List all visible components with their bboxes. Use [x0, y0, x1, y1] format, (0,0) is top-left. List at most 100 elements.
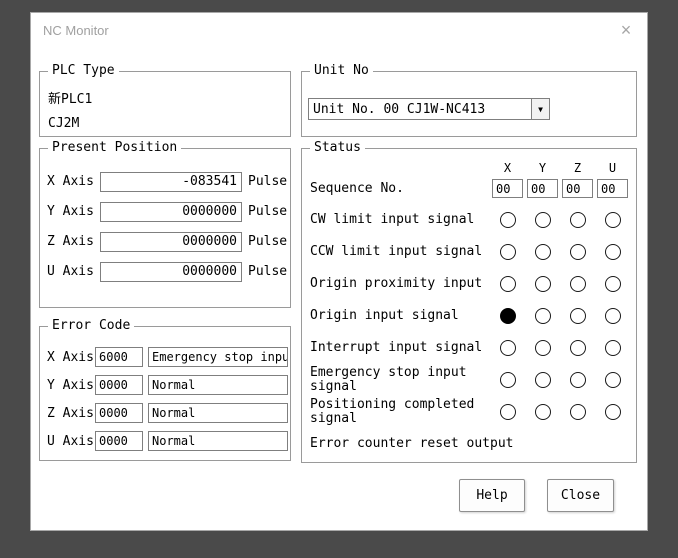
pulse-unit-label: Pulse: [248, 204, 287, 219]
pulse-unit-label: Pulse: [248, 174, 287, 189]
error-code-row: Y Axis0000Normal: [47, 371, 290, 399]
sequence-cell: 00: [595, 179, 630, 198]
signal-indicators: [490, 308, 630, 324]
present-position-group-label: Present Position: [48, 140, 181, 155]
present-position-row: Z Axis0000000 Pulse: [47, 227, 290, 256]
plc-type-group-label: PLC Type: [48, 63, 119, 78]
indicator-cell: [490, 404, 525, 420]
indicator-cell: [595, 340, 630, 356]
signal-indicator-off-icon: [570, 276, 586, 292]
signal-indicator-off-icon: [570, 308, 586, 324]
axis-label: X Axis: [47, 350, 95, 365]
position-value-field: 0000000: [100, 202, 242, 222]
indicator-cell: [525, 404, 560, 420]
error-code-row: X Axis6000Emergency stop inpu: [47, 343, 290, 371]
indicator-cell: [525, 308, 560, 324]
signal-indicator-off-icon: [605, 244, 621, 260]
axis-header-label: X: [490, 161, 525, 175]
signal-label: Emergency stop input signal: [310, 366, 490, 394]
unit-no-group: Unit No Unit No. 00 CJ1W-NC413 ▼: [301, 71, 637, 137]
signal-indicator-off-icon: [605, 276, 621, 292]
present-position-row: Y Axis0000000 Pulse: [47, 197, 290, 226]
window-title: NC Monitor: [43, 23, 109, 38]
axis-header-label: Z: [560, 161, 595, 175]
status-signal-row: Emergency stop input signal: [310, 364, 630, 396]
signal-indicator-off-icon: [570, 212, 586, 228]
axis-label: Y Axis: [47, 204, 100, 219]
unit-no-group-label: Unit No: [310, 63, 373, 78]
axis-label: Z Axis: [47, 234, 100, 249]
axis-label: Y Axis: [47, 378, 95, 393]
status-signal-row: Origin proximity input: [310, 268, 630, 300]
unit-no-dropdown[interactable]: Unit No. 00 CJ1W-NC413 ▼: [308, 98, 550, 120]
axis-label: Z Axis: [47, 406, 95, 421]
status-signal-row: Positioning completed signal: [310, 396, 630, 428]
indicator-cell: [525, 212, 560, 228]
signal-indicator-off-icon: [605, 212, 621, 228]
signal-rows: CW limit input signal CCW limit input sig…: [310, 204, 630, 460]
sequence-cell: 00: [560, 179, 595, 198]
axis-label: U Axis: [47, 434, 95, 449]
sequence-cell: 00: [525, 179, 560, 198]
unit-no-selected-value: Unit No. 00 CJ1W-NC413: [309, 102, 531, 117]
indicator-cell: [525, 372, 560, 388]
sequence-row: Sequence No. 00000000: [310, 178, 630, 199]
axis-header-label: Y: [525, 161, 560, 175]
indicator-cell: [560, 340, 595, 356]
position-value-field: 0000000: [100, 232, 242, 252]
plc-type-lines: 新PLC1 CJ2M: [40, 72, 290, 136]
signal-indicator-off-icon: [605, 404, 621, 420]
indicator-cell: [560, 244, 595, 260]
plc-type-group: PLC Type 新PLC1 CJ2M: [39, 71, 291, 137]
signal-indicator-off-icon: [500, 276, 516, 292]
indicator-cell: [490, 340, 525, 356]
close-icon[interactable]: ×: [615, 19, 637, 41]
indicator-cell: [490, 244, 525, 260]
signal-indicator-off-icon: [605, 340, 621, 356]
status-signal-row: CCW limit input signal: [310, 236, 630, 268]
signal-indicator-off-icon: [500, 404, 516, 420]
status-axis-header-row: XYZU: [310, 161, 630, 175]
indicator-cell: [560, 404, 595, 420]
signal-label: CCW limit input signal: [310, 245, 490, 259]
error-message-field: Normal: [148, 431, 288, 451]
status-signal-row: Interrupt input signal: [310, 332, 630, 364]
signal-label: Origin input signal: [310, 309, 490, 323]
sequence-value-field: 00: [597, 179, 628, 198]
chevron-down-icon[interactable]: ▼: [531, 99, 549, 119]
error-message-field: Normal: [148, 403, 288, 423]
signal-indicator-on-icon: [500, 308, 516, 324]
signal-indicator-off-icon: [605, 308, 621, 324]
indicator-cell: [525, 244, 560, 260]
signal-indicator-off-icon: [500, 372, 516, 388]
close-button[interactable]: Close: [547, 479, 614, 512]
indicator-cell: [490, 212, 525, 228]
nc-monitor-dialog: NC Monitor × PLC Type 新PLC1 CJ2M Unit No…: [30, 12, 648, 531]
indicator-cell: [595, 244, 630, 260]
indicator-cell: [560, 276, 595, 292]
help-button[interactable]: Help: [459, 479, 525, 512]
signal-indicator-off-icon: [570, 404, 586, 420]
signal-label: Positioning completed signal: [310, 398, 490, 426]
pulse-unit-label: Pulse: [248, 234, 287, 249]
signal-indicators: [490, 404, 630, 420]
error-code-field: 0000: [95, 431, 143, 451]
error-code-field: 6000: [95, 347, 143, 367]
signal-indicators: [490, 276, 630, 292]
signal-label: CW limit input signal: [310, 213, 490, 227]
signal-indicator-off-icon: [500, 212, 516, 228]
signal-indicator-off-icon: [535, 372, 551, 388]
signal-indicators: [490, 340, 630, 356]
plc-name: 新PLC1: [48, 88, 290, 112]
indicator-cell: [595, 308, 630, 324]
error-code-group: Error Code X Axis6000Emergency stop inpu…: [39, 326, 291, 461]
error-code-field: 0000: [95, 403, 143, 423]
error-message-field: Emergency stop inpu: [148, 347, 288, 367]
signal-indicator-off-icon: [605, 372, 621, 388]
axis-header-label: U: [595, 161, 630, 175]
status-signal-row: CW limit input signal: [310, 204, 630, 236]
sequence-value-field: 00: [527, 179, 558, 198]
signal-indicators: [490, 244, 630, 260]
signal-indicator-off-icon: [535, 212, 551, 228]
pulse-unit-label: Pulse: [248, 264, 287, 279]
